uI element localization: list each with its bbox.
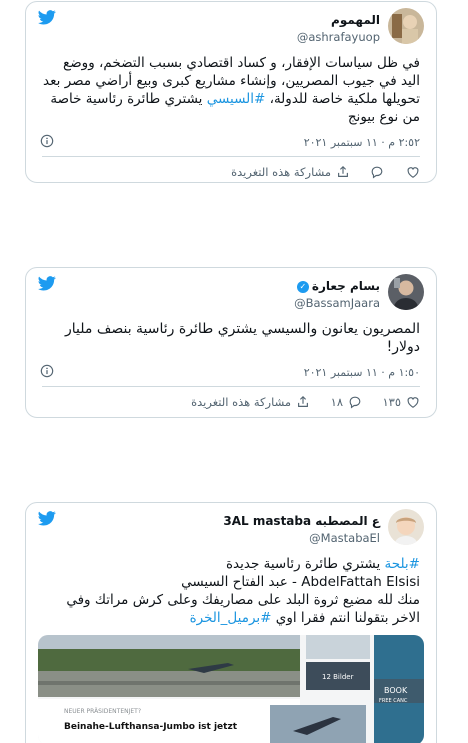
hashtag-link[interactable]: #برميل_الخرة <box>190 610 272 626</box>
share-label: مشاركة هذه التغريدة <box>231 165 331 179</box>
display-name-row: بسام جعارة✓ <box>294 278 380 295</box>
heart-icon <box>407 167 419 178</box>
heart-icon <box>407 397 419 408</box>
display-name[interactable]: ع المصطبه 3AL mastaba <box>223 513 380 530</box>
like-button[interactable] <box>406 165 420 179</box>
display-name[interactable]: المهموم <box>297 12 380 29</box>
tweet-date[interactable]: ٢:٥٢ م · ١١ سبتمبر ٢٠٢١ <box>304 136 420 149</box>
user-handle[interactable]: @ashrafayuop <box>297 29 380 46</box>
tweet-card-2[interactable]: بسام جعارة✓ @BassamJaara المصريون يعانون… <box>25 267 437 418</box>
tweet-date[interactable]: ١:٥٠ م · ١١ سبتمبر ٢٠٢١ <box>304 366 420 379</box>
reply-icon <box>349 396 361 409</box>
tweet-media-image[interactable]: 12 Bilder BOOK FREE CANC NEUER PRÄSIDENT… <box>38 635 424 743</box>
twitter-bird-icon[interactable] <box>38 511 56 526</box>
reply-button[interactable]: ١٨ <box>331 395 362 409</box>
avatar[interactable] <box>388 509 424 545</box>
share-icon <box>298 395 308 407</box>
tweet-card-3[interactable]: ع المصطبه 3AL mastaba @MastabaEl #بلحة ي… <box>25 502 437 743</box>
tweet-header: المهموم @ashrafayuop <box>26 2 436 54</box>
ad-free-label: FREE CANC <box>379 698 408 704</box>
avatar[interactable] <box>388 8 424 44</box>
tweet-header: ع المصطبه 3AL mastaba @MastabaEl <box>26 503 436 555</box>
tweet-text: المصريون يعانون والسيسي يشتري طائرة رئاس… <box>65 321 420 355</box>
article-kicker: NEUER PRÄSIDENTENJET? <box>64 708 141 715</box>
tweet-actions: ١٣٥ ١٨ مشاركة هذه التغريدة <box>26 387 436 417</box>
info-icon[interactable] <box>40 134 54 148</box>
hashtag-link[interactable]: #السيسي <box>207 91 266 107</box>
tweet-card-1[interactable]: المهموم @ashrafayuop في ظل سياسات الإفقا… <box>25 1 437 183</box>
reply-button[interactable] <box>370 165 384 179</box>
share-icon <box>338 165 348 177</box>
tweet-text: #بلحة يشتري طائرة رئاسية جديدة AbdelFatt… <box>26 555 436 627</box>
media-screenshot: 12 Bilder BOOK FREE CANC NEUER PRÄSIDENT… <box>38 635 424 743</box>
reply-icon <box>371 166 383 179</box>
reply-count: ١٨ <box>330 395 343 409</box>
like-count: ١٣٥ <box>382 395 401 409</box>
verified-badge-icon: ✓ <box>296 280 309 293</box>
gallery-count: 12 Bilder <box>322 673 354 681</box>
info-icon[interactable] <box>40 364 54 378</box>
tweet-text: في ظل سياسات الإفقار، و كساد اقتصادي بسب… <box>26 54 436 126</box>
user-handle[interactable]: @MastabaEl <box>223 530 380 547</box>
tweet-text-part: يشتري طائرة رئاسية جديدة <box>225 556 385 572</box>
avatar[interactable] <box>388 274 424 310</box>
tweet-actions: مشاركة هذه التغريدة <box>26 157 436 182</box>
tweet-header: بسام جعارة✓ @BassamJaara <box>26 268 436 320</box>
article-headline: Beinahe-Lufthansa-Jumbo ist jetzt <box>64 722 238 732</box>
twitter-bird-icon[interactable] <box>38 276 56 291</box>
share-label: مشاركة هذه التغريدة <box>191 395 291 409</box>
tweet-text-line: AbdelFattah Elsisi - عبد الفتاح السيسي <box>181 574 420 590</box>
display-name[interactable]: بسام جعارة <box>312 279 380 293</box>
twitter-bird-icon[interactable] <box>38 10 56 25</box>
share-button[interactable]: مشاركة هذه التغريدة <box>191 395 310 409</box>
like-button[interactable]: ١٣٥ <box>382 395 420 409</box>
share-button[interactable]: مشاركة هذه التغريدة <box>231 165 350 179</box>
ad-book-label: BOOK <box>384 686 408 695</box>
user-handle[interactable]: @BassamJaara <box>294 295 380 312</box>
hashtag-link[interactable]: #بلحة <box>385 556 421 572</box>
